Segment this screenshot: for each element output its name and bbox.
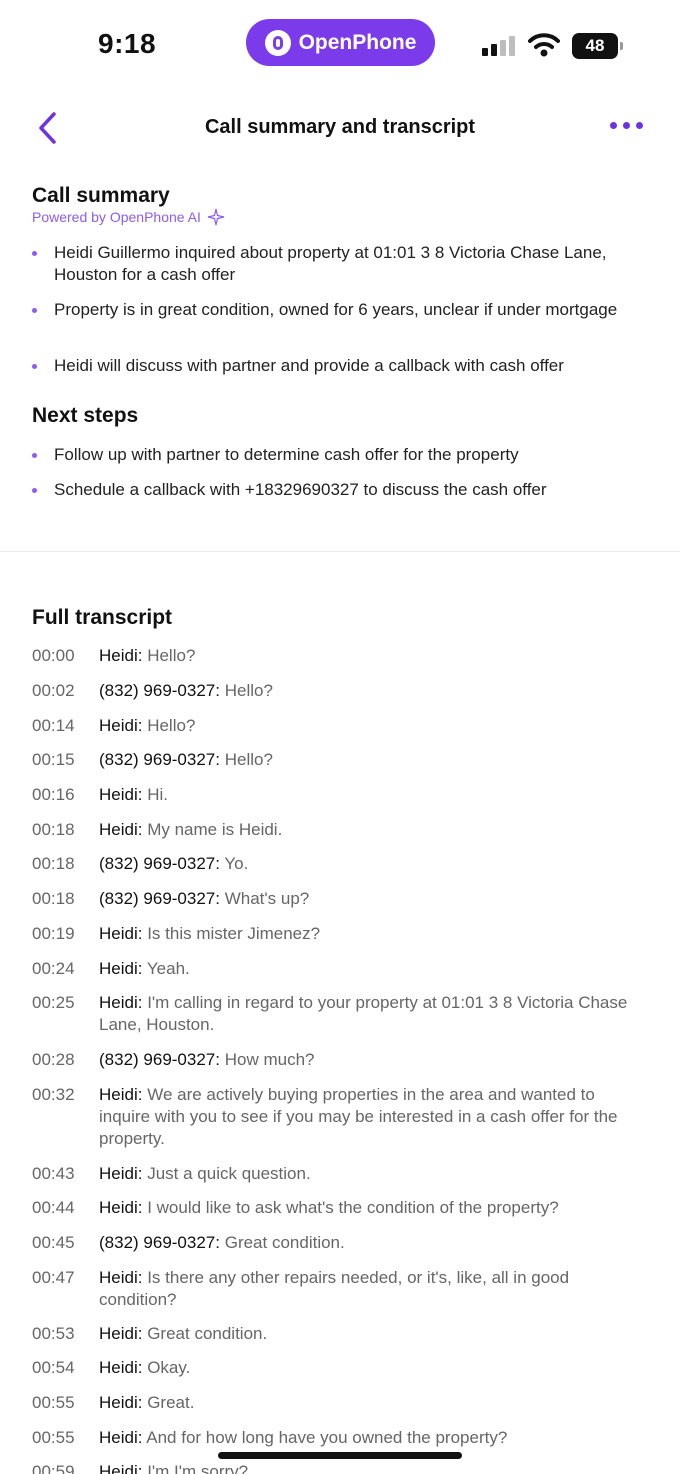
transcript-time: 00:19 xyxy=(32,924,75,943)
status-time: 9:18 xyxy=(98,28,157,59)
transcript-time: 00:14 xyxy=(32,716,75,735)
transcript-time: 00:16 xyxy=(32,785,75,804)
transcript-time: 00:32 xyxy=(32,1085,75,1104)
more-options-icon[interactable] xyxy=(610,122,650,136)
transcript-text: Hello? xyxy=(147,716,196,735)
transcript-speaker: Heidi: xyxy=(99,993,143,1012)
transcript-time: 00:02 xyxy=(32,681,75,700)
transcript-time: 00:43 xyxy=(32,1164,75,1183)
transcript-speaker: Heidi: xyxy=(99,1164,143,1183)
section-divider xyxy=(0,551,680,552)
transcript-text: What's up? xyxy=(224,889,310,908)
transcript-time: 00:55 xyxy=(32,1428,75,1447)
transcript-time: 00:59 xyxy=(32,1462,75,1474)
transcript-time: 00:18 xyxy=(32,854,75,873)
transcript-text: Okay. xyxy=(147,1358,191,1377)
summary-bullet: Heidi Guillermo inquired about property … xyxy=(32,242,652,286)
transcript-time: 00:18 xyxy=(32,889,75,908)
transcript-speaker: Heidi: xyxy=(99,820,143,839)
transcript-text: Hello? xyxy=(224,681,273,700)
cellular-signal-icon xyxy=(482,34,518,56)
battery-icon: 48 xyxy=(572,33,623,59)
transcript-speaker: Heidi: xyxy=(99,1462,143,1474)
transcript-speaker: Heidi: xyxy=(99,1428,143,1447)
openphone-pill-label: OpenPhone xyxy=(298,30,417,54)
transcript-text: My name is Heidi. xyxy=(147,820,283,839)
transcript-time: 00:54 xyxy=(32,1358,75,1377)
transcript-speaker: Heidi: xyxy=(99,959,143,978)
transcript-speaker: Heidi: xyxy=(99,1358,143,1377)
transcript-speaker: Heidi: xyxy=(99,716,143,735)
openphone-logo-icon xyxy=(264,29,291,56)
transcript-time: 00:47 xyxy=(32,1268,75,1287)
nav-header: Call summary and transcript xyxy=(0,100,680,156)
transcript-speaker: (832) 969-0327: xyxy=(99,1233,220,1252)
wifi-icon xyxy=(528,33,560,57)
transcript-text: How much? xyxy=(224,1050,315,1069)
transcript-time: 00:24 xyxy=(32,959,75,978)
next-step-bullet: Schedule a callback with +18329690327 to… xyxy=(32,479,652,501)
summary-bullet: Property is in great condition, owned fo… xyxy=(32,299,652,321)
transcript-speaker: Heidi: xyxy=(99,646,143,665)
transcript-speaker: Heidi: xyxy=(99,1085,143,1104)
transcript-text: And for how long have you owned the prop… xyxy=(146,1428,508,1447)
transcript-speaker: Heidi: xyxy=(99,1393,143,1412)
transcript-text: I'm I'm sorry? xyxy=(147,1462,249,1474)
page-title: Call summary and transcript xyxy=(204,116,476,138)
transcript-text: Is there any other repairs needed, or it… xyxy=(99,1268,570,1309)
transcript-speaker: (832) 969-0327: xyxy=(99,1050,220,1069)
transcript-speaker: Heidi: xyxy=(99,1268,143,1287)
transcript-time: 00:53 xyxy=(32,1324,75,1343)
transcript-text: Yo. xyxy=(224,854,249,873)
transcript-speaker: Heidi: xyxy=(99,1324,143,1343)
transcript-text: Great condition. xyxy=(147,1324,268,1343)
transcript-text: Hello? xyxy=(147,646,196,665)
home-indicator[interactable] xyxy=(218,1452,462,1459)
call-summary-title: Call summary xyxy=(32,184,170,207)
transcript-time: 00:18 xyxy=(32,820,75,839)
transcript-text: Great condition. xyxy=(224,1233,345,1252)
next-step-bullet: Follow up with partner to determine cash… xyxy=(32,444,652,466)
transcript-time: 00:28 xyxy=(32,1050,75,1069)
transcript-speaker: Heidi: xyxy=(99,924,143,943)
openphone-pill[interactable]: OpenPhone xyxy=(246,19,435,66)
transcript-speaker: Heidi: xyxy=(99,1198,143,1217)
transcript-text: We are actively buying properties in the… xyxy=(99,1085,618,1148)
transcript-speaker: (832) 969-0327: xyxy=(99,889,220,908)
transcript-time: 00:44 xyxy=(32,1198,75,1217)
transcript-time: 00:55 xyxy=(32,1393,75,1412)
transcript-speaker: (832) 969-0327: xyxy=(99,854,220,873)
full-transcript-title: Full transcript xyxy=(32,606,173,629)
transcript-text: Just a quick question. xyxy=(147,1164,311,1183)
transcript-text: Great. xyxy=(147,1393,195,1412)
summary-bullet: Heidi will discuss with partner and prov… xyxy=(32,355,652,377)
sparkle-icon xyxy=(207,208,225,226)
transcript-text: I would like to ask what's the condition… xyxy=(147,1198,559,1217)
transcript-time: 00:00 xyxy=(32,646,75,665)
transcript-text: Is this mister Jimenez? xyxy=(147,924,321,943)
transcript-time: 00:25 xyxy=(32,993,75,1012)
transcript-text: Hi. xyxy=(147,785,168,804)
transcript-text: Yeah. xyxy=(146,959,190,978)
powered-by-text: Powered by OpenPhone AI xyxy=(32,209,201,225)
status-bar: 9:18 OpenPhone 48 xyxy=(0,0,680,90)
transcript-time: 00:15 xyxy=(32,750,75,769)
transcript-speaker: Heidi: xyxy=(99,785,143,804)
transcript-text: I'm calling in regard to your property a… xyxy=(99,993,628,1034)
transcript-speaker: (832) 969-0327: xyxy=(99,750,220,769)
transcript-text: Hello? xyxy=(224,750,273,769)
transcript-time: 00:45 xyxy=(32,1233,75,1252)
next-steps-title: Next steps xyxy=(32,404,139,427)
powered-by-label: Powered by OpenPhone AI xyxy=(32,208,225,226)
transcript-speaker: (832) 969-0327: xyxy=(99,681,220,700)
